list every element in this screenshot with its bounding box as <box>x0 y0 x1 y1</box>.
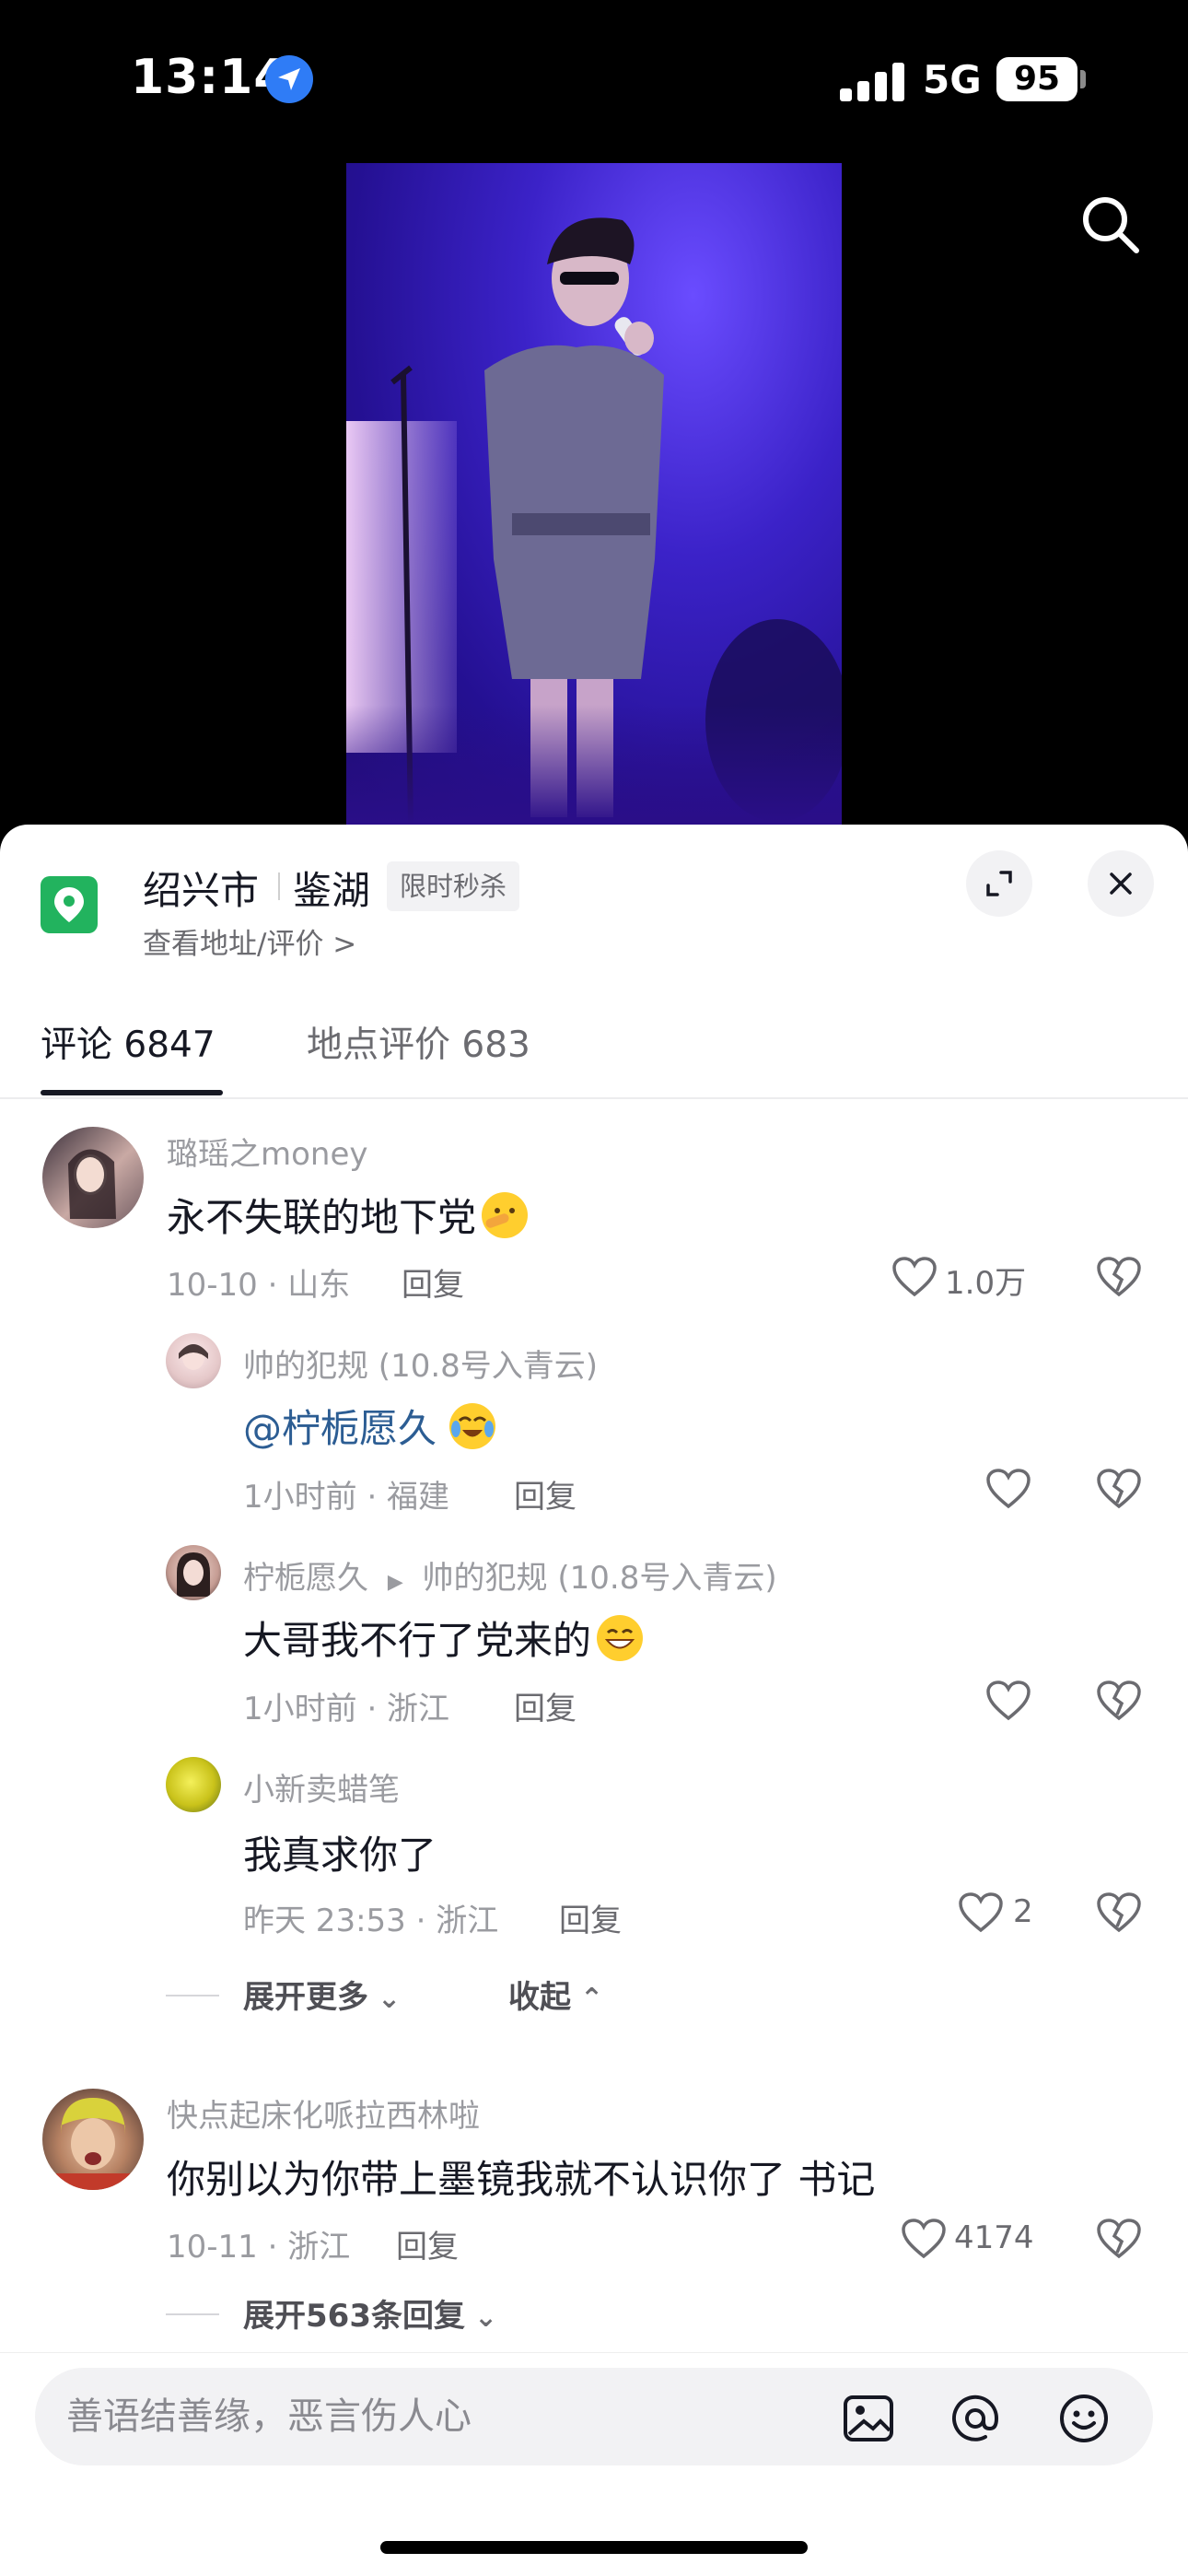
reply-date-location: 昨天 23:53 · 浙江 <box>243 1903 499 1939</box>
broken-heart-icon <box>1097 1680 1141 1721</box>
heart-icon <box>902 2219 946 2259</box>
comment-username[interactable]: 璐瑶之money <box>167 1129 368 1174</box>
avatar[interactable] <box>42 1127 144 1228</box>
status-bar: 13:14 5G 95 <box>0 0 1188 157</box>
expand-more-button[interactable]: 展开更多 ⌄ <box>243 1972 401 2017</box>
dislike-button[interactable] <box>1096 1256 1144 1304</box>
comment-username[interactable]: 快点起床化哌拉西林啦 <box>167 2090 480 2136</box>
broken-heart-icon <box>1097 1257 1141 1297</box>
chevron-up-icon: ⌃ <box>580 1983 604 2015</box>
battery-icon: 95 <box>996 57 1077 101</box>
broken-heart-icon <box>1097 1469 1141 1509</box>
like-button[interactable]: 2 <box>958 1888 1041 1939</box>
like-count: 4174 <box>954 2219 1034 2256</box>
comment-date-location: 10-10 · 山东 <box>167 1267 351 1304</box>
reply-button[interactable]: 回复 <box>514 1683 577 1728</box>
image-icon[interactable] <box>842 2392 895 2445</box>
expand-more-label: 展开更多 <box>243 1979 368 2016</box>
reply-date-location: 1小时前 · 福建 <box>243 1479 450 1516</box>
tab-comments[interactable]: 评论 6847 <box>41 1016 215 1068</box>
like-count: 1.0万 <box>945 1265 1027 1302</box>
tab-place-reviews[interactable]: 地点评价 683 <box>307 1016 530 1068</box>
comment-tabs: 评论 6847 地点评价 683 <box>0 998 1188 1099</box>
comment-input-container <box>35 2368 1153 2465</box>
reply-text-content: 大哥我不行了党来的 <box>243 1618 592 1663</box>
shh-emoji-icon <box>482 1192 529 1238</box>
heart-icon <box>986 1680 1031 1721</box>
dislike-button[interactable] <box>1096 1891 1144 1939</box>
broken-heart-icon <box>1097 1892 1141 1933</box>
chevron-down-icon: ⌄ <box>473 2301 498 2334</box>
home-indicator[interactable] <box>380 2541 808 2554</box>
active-tab-indicator <box>41 1090 223 1095</box>
expand-button[interactable] <box>966 850 1032 917</box>
reply-date-location: 1小时前 · 浙江 <box>243 1691 450 1727</box>
dislike-button[interactable] <box>1096 2218 1144 2266</box>
emoji-icon[interactable] <box>1057 2392 1111 2445</box>
fold-divider <box>166 2313 219 2315</box>
flash-sale-tag[interactable]: 限时秒杀 <box>387 861 520 911</box>
expand-replies-button[interactable]: 展开563条回复 ⌄ <box>243 2290 497 2336</box>
reply-text: @柠栀愿久 <box>243 1398 496 1454</box>
like-button[interactable] <box>985 1676 1041 1727</box>
status-time: 13:14 <box>131 50 288 105</box>
poi-divider <box>278 872 280 900</box>
mention-link[interactable]: @柠栀愿久 <box>243 1406 437 1451</box>
like-button[interactable]: 4174 <box>901 2214 1039 2266</box>
reply-username[interactable]: 帅的犯规 (10.8号入青云) <box>243 1341 598 1386</box>
heart-icon <box>892 1257 937 1297</box>
cellular-signal-icon <box>840 61 904 101</box>
stage-floor <box>346 705 842 825</box>
avatar[interactable] <box>166 1757 221 1812</box>
location-arrow-icon <box>265 55 313 103</box>
broken-heart-icon <box>1097 2219 1141 2259</box>
poi-area[interactable]: 鉴湖 <box>293 860 370 916</box>
reply-button[interactable]: 回复 <box>402 1259 464 1305</box>
dislike-button[interactable] <box>1096 1680 1144 1727</box>
comment-input[interactable] <box>66 2368 821 2465</box>
collapse-label: 收起 <box>508 1979 571 2016</box>
avatar[interactable] <box>166 1333 221 1388</box>
chevron-down-icon: ⌄ <box>378 1983 402 2015</box>
grinning-emoji-icon <box>597 1615 644 1661</box>
video-player[interactable] <box>346 163 842 825</box>
fold-divider <box>166 1995 219 1996</box>
avatar[interactable] <box>42 2089 144 2190</box>
reply-button[interactable]: 回复 <box>396 2221 459 2266</box>
like-count: 2 <box>1013 1893 1033 1930</box>
reply-username[interactable]: 小新卖蜡笔 <box>243 1764 400 1809</box>
close-icon <box>1110 872 1132 895</box>
comment-text-content: 永不失联的地下党 <box>167 1195 477 1240</box>
expand-icon <box>986 871 1012 896</box>
comment-sheet: 绍兴市 鉴湖 限时秒杀 查看地址/评价 > 评论 6847 地点评价 683 璐… <box>0 825 1188 2576</box>
comment-text: 你别以为你带上墨镜我就不认识你了 书记 <box>167 2157 876 2202</box>
network-type: 5G <box>923 57 982 102</box>
comment-date-location: 10-11 · 浙江 <box>167 2229 351 2266</box>
reply-text: 我真求你了 <box>243 1832 437 1878</box>
reply-text: 大哥我不行了党来的 <box>243 1610 644 1666</box>
comment-text: 永不失联的地下党 <box>167 1187 529 1243</box>
heart-icon <box>959 1892 1003 1933</box>
poi-city[interactable]: 绍兴市 <box>143 860 259 916</box>
reply-button[interactable]: 回复 <box>559 1895 622 1940</box>
crying-laughing-emoji-icon <box>449 1403 496 1449</box>
battery-tip <box>1080 70 1086 88</box>
close-button[interactable] <box>1088 850 1154 917</box>
location-pin-icon <box>41 876 98 933</box>
reply-button[interactable]: 回复 <box>514 1471 577 1516</box>
collapse-button[interactable]: 收起 ⌃ <box>508 1972 603 2017</box>
reply-author-name[interactable]: 柠栀愿久 <box>243 1560 368 1597</box>
dislike-button[interactable] <box>1096 1468 1144 1516</box>
reply-target-name[interactable]: 帅的犯规 (10.8号入青云) <box>423 1560 777 1597</box>
reply-username: 柠栀愿久 ▶ 帅的犯规 (10.8号入青云) <box>243 1552 777 1598</box>
avatar[interactable] <box>166 1545 221 1600</box>
mention-icon[interactable] <box>949 2392 1002 2445</box>
reply-to-arrow-icon: ▶ <box>387 1571 403 1594</box>
heart-icon <box>986 1469 1031 1509</box>
like-button[interactable] <box>985 1464 1041 1516</box>
search-icon[interactable] <box>1077 192 1144 258</box>
like-button[interactable]: 1.0万 <box>891 1252 1030 1304</box>
view-address-link[interactable]: 查看地址/评价 > <box>143 920 356 962</box>
expand-replies-label: 展开563条回复 <box>243 2298 465 2335</box>
